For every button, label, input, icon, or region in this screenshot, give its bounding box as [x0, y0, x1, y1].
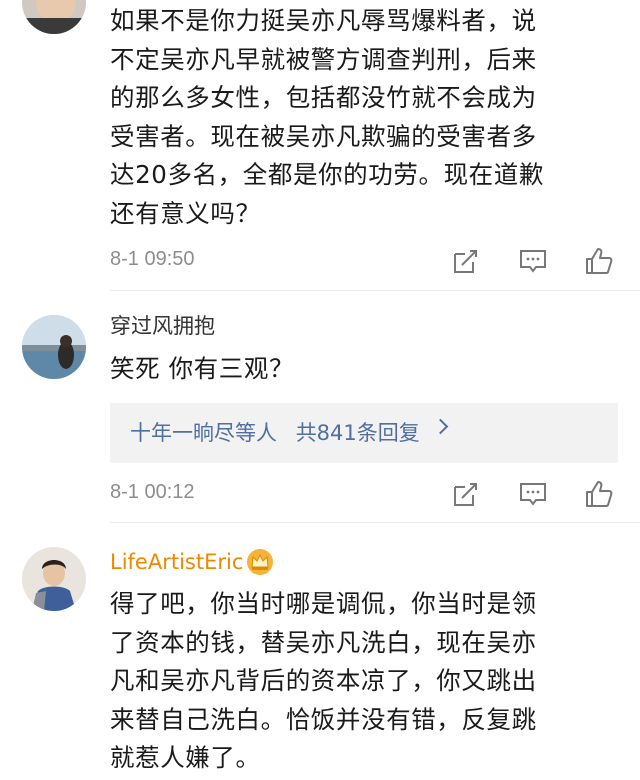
comment-text: 得了吧，你当时哪是调侃，你当时是领 了资本的钱，替吴亦凡洗白，现在吴亦 凡和吴亦…: [110, 589, 537, 772]
comment-item-1: 如果不是你力挺吴亦凡辱骂爆料者，说 不定吴亦凡早就被警方调查判刑，后来 的那么多…: [0, 0, 640, 290]
comment-item-3: LifeArtistEric 得了吧，你当时哪是调侃，你当时是领 了资本的钱，替…: [0, 523, 640, 780]
reply-preview[interactable]: 十年一晌尽等人 共841条回复: [110, 403, 618, 463]
comment-icon[interactable]: [518, 246, 548, 276]
username[interactable]: 穿过风拥抱: [110, 312, 215, 340]
comment-text: 如果不是你力挺吴亦凡辱骂爆料者，说 不定吴亦凡早就被警方调查判刑，后来 的那么多…: [110, 6, 544, 228]
comment-meta: 8-1 00:12: [110, 479, 618, 511]
reply-names: 十年一晌尽等人: [130, 421, 277, 445]
share-icon[interactable]: [450, 246, 480, 276]
comment-item-2: 穿过风拥抱 笑死 你有三观？ 十年一晌尽等人 共841条回复 8-1 00:12: [0, 291, 640, 522]
crown-icon: [247, 549, 273, 575]
reply-count: 共841条回复: [295, 421, 420, 445]
reply-preview-link[interactable]: 十年一晌尽等人 共841条回复: [130, 417, 449, 447]
comment-text: 笑死 你有三观？: [110, 354, 295, 383]
chevron-right-icon: [432, 418, 449, 435]
comment-icon[interactable]: [518, 479, 548, 509]
avatar[interactable]: [22, 0, 86, 34]
thumbs-up-icon[interactable]: [584, 479, 614, 509]
avatar[interactable]: [22, 315, 86, 379]
comment-meta: 8-1 09:50: [110, 246, 618, 278]
thumbs-up-icon[interactable]: [584, 246, 614, 276]
avatar[interactable]: [22, 547, 86, 611]
timestamp: 8-1 09:50: [110, 248, 195, 270]
username[interactable]: LifeArtistEric: [110, 548, 243, 576]
timestamp: 8-1 00:12: [110, 481, 195, 503]
share-icon[interactable]: [450, 479, 480, 509]
